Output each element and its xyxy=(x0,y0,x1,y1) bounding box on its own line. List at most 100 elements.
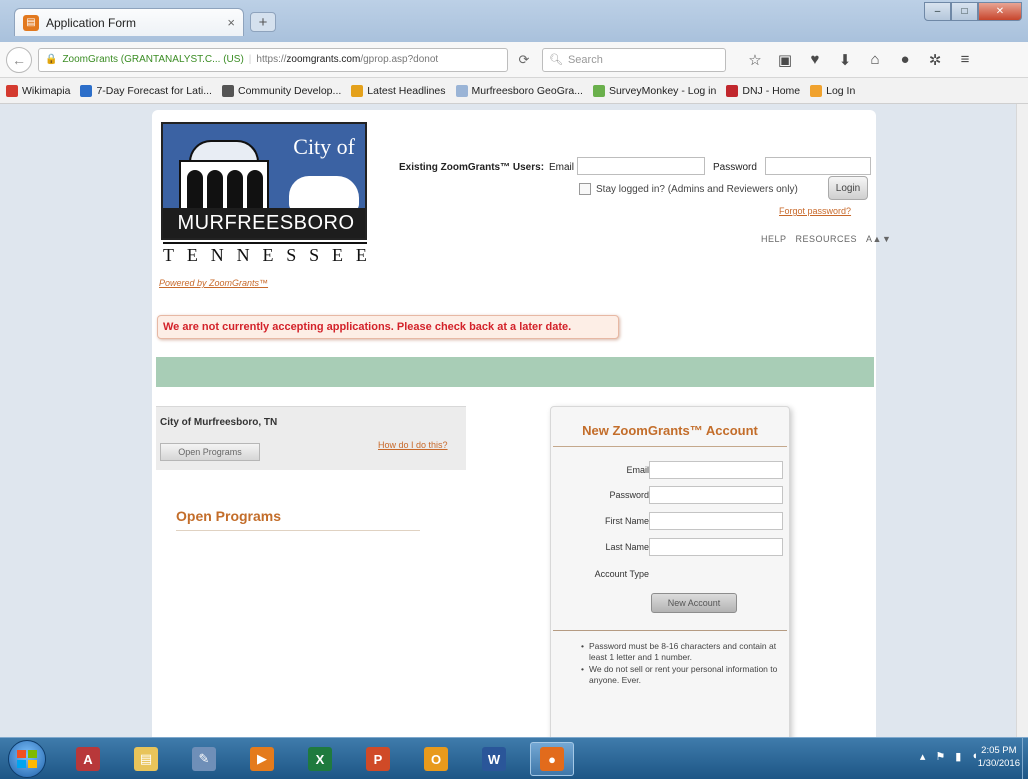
toolbar-icons: ☆ ▣ ♥ ⬇ ⌂ ● ✲ ≡ xyxy=(740,48,980,72)
bookmark-favicon-icon xyxy=(6,84,18,97)
reading-list-icon[interactable]: ▣ xyxy=(770,48,800,72)
bookmark-item[interactable]: Wikimapia xyxy=(6,84,70,97)
logo-image: City of MURFREESBORO xyxy=(161,122,367,240)
address-bar[interactable]: 🔒 ZoomGrants (GRANTANALYST.C... (US) | h… xyxy=(38,47,508,72)
bookmark-label: DNJ - Home xyxy=(742,84,801,97)
outlook-icon: O xyxy=(424,747,448,771)
media-player-icon: ▶ xyxy=(250,747,274,771)
chat-icon[interactable]: ● xyxy=(890,48,920,72)
taskbar-app-outlook[interactable]: O xyxy=(414,742,458,776)
new-account-email-label: Email xyxy=(626,465,649,475)
bookmark-star-icon[interactable]: ☆ xyxy=(740,48,770,72)
bookmark-item[interactable]: Latest Headlines xyxy=(351,84,446,97)
new-account-first-name-field[interactable] xyxy=(649,512,783,530)
how-do-i-link[interactable]: How do I do this? xyxy=(378,440,448,450)
bookmark-item[interactable]: SurveyMonkey - Log in xyxy=(592,84,716,97)
new-account-notes: Password must be 8-16 characters and con… xyxy=(581,641,781,687)
new-account-email-field[interactable] xyxy=(649,461,783,479)
forgot-password-link[interactable]: Forgot password? xyxy=(779,206,851,216)
bookmark-item[interactable]: Murfreesboro GeoGra... xyxy=(455,84,583,97)
home-icon[interactable]: ⌂ xyxy=(860,48,890,72)
settings-gear-icon[interactable]: ✲ xyxy=(920,48,950,72)
text-size-control[interactable]: A▲▼ xyxy=(866,234,891,244)
windows-logo-icon xyxy=(17,750,37,768)
bookmark-item[interactable]: Log In xyxy=(810,84,856,97)
taskbar-clock[interactable]: 2:05 PM 1/30/2016 xyxy=(978,744,1020,770)
bookmark-favicon-icon xyxy=(221,84,234,97)
start-button[interactable] xyxy=(8,740,46,778)
reload-icon[interactable]: ⟳ xyxy=(512,52,536,68)
bookmark-label: Log In xyxy=(826,84,856,97)
flag-icon[interactable]: ⚑ xyxy=(935,750,945,763)
bookmark-favicon-icon xyxy=(726,84,739,97)
logo-state-letter: E xyxy=(186,245,198,265)
vertical-scrollbar[interactable] xyxy=(1016,104,1028,737)
lock-icon: 🔒 xyxy=(45,54,58,65)
stay-logged-in-checkbox[interactable] xyxy=(579,183,591,195)
taskbar-app-powerpoint[interactable]: P xyxy=(356,742,400,776)
taskbar-app-media-player[interactable]: ▶ xyxy=(240,742,284,776)
tab-close-icon[interactable]: × xyxy=(227,15,235,30)
bookmark-item[interactable]: 7-Day Forecast for Lati... xyxy=(80,84,212,97)
login-password-field[interactable] xyxy=(765,157,871,175)
back-arrow-icon[interactable]: ← xyxy=(6,46,32,73)
new-account-last-name-label: Last Name xyxy=(605,542,649,552)
show-desktop-button[interactable] xyxy=(1022,738,1028,779)
tab-title: Application Form xyxy=(46,15,137,30)
login-email-field[interactable] xyxy=(577,157,705,175)
bookmark-label: Community Develop... xyxy=(237,84,342,97)
excel-icon: X xyxy=(308,747,332,771)
logo-cloud-icon xyxy=(289,176,359,212)
taskbar-app-file-explorer[interactable]: ▤ xyxy=(124,742,168,776)
existing-users-label: Existing ZoomGrants™ Users: xyxy=(399,162,545,173)
logo-city-of: City of xyxy=(293,134,355,159)
logo-state-letter: E xyxy=(332,245,344,265)
bookmark-label: 7-Day Forecast for Lati... xyxy=(96,84,212,97)
downloads-icon[interactable]: ⬇ xyxy=(830,48,860,72)
city-logo[interactable]: City of MURFREESBORO TENNESSEE xyxy=(161,122,367,272)
taskbar-app-excel[interactable]: X xyxy=(298,742,342,776)
new-account-password-field[interactable] xyxy=(649,486,783,504)
bookmark-item[interactable]: Community Develop... xyxy=(221,84,342,97)
new-account-last-name-field[interactable] xyxy=(649,538,783,556)
window-titlebar: ▤ Application Form × + – □ ✕ xyxy=(0,0,1028,42)
url-text: https://zoomgrants.com/gprop.asp?donot xyxy=(256,54,439,65)
tray-expand-icon[interactable]: ▴ xyxy=(920,750,926,763)
taskbar-app-access[interactable]: A xyxy=(66,742,110,776)
logo-state-letter: N xyxy=(210,245,224,265)
taskbar-app-word[interactable]: W xyxy=(472,742,516,776)
resources-link[interactable]: RESOURCES xyxy=(796,234,858,244)
window-controls: – □ ✕ xyxy=(924,2,1022,21)
help-link[interactable]: HELP xyxy=(761,234,787,244)
minimize-button[interactable]: – xyxy=(924,2,951,21)
close-window-button[interactable]: ✕ xyxy=(978,2,1022,21)
search-icon: 🔍︎ xyxy=(549,54,563,66)
search-input[interactable]: 🔍︎ Search xyxy=(542,47,726,72)
open-programs-button[interactable]: Open Programs xyxy=(160,443,260,461)
password-rule-note: Password must be 8-16 characters and con… xyxy=(581,641,781,663)
account-type-label: Account Type xyxy=(594,569,649,579)
bookmark-favicon-icon xyxy=(80,84,93,97)
bookmark-item[interactable]: DNJ - Home xyxy=(726,84,801,97)
menu-icon[interactable]: ≡ xyxy=(950,48,980,72)
bookmark-favicon-icon xyxy=(810,84,823,97)
powerpoint-icon: P xyxy=(366,747,390,771)
login-button[interactable]: Login xyxy=(828,176,868,200)
access-icon: A xyxy=(76,747,100,771)
maximize-button[interactable]: □ xyxy=(951,2,978,21)
new-account-button[interactable]: New Account xyxy=(651,593,737,613)
system-tray: ▴ ⚑ ▮ ◖ xyxy=(920,750,978,763)
powered-by-link[interactable]: Powered by ZoomGrants™ xyxy=(159,278,268,288)
windows-taskbar: A ▤ ✎ ▶ X P O W ● ▴ ⚑ ▮ ◖ 2:05 PM 1/30/2016 xyxy=(0,737,1028,779)
taskbar-app-paint[interactable]: ✎ xyxy=(182,742,226,776)
word-icon: W xyxy=(482,747,506,771)
firefox-icon: ● xyxy=(540,747,564,771)
new-tab-button[interactable]: + xyxy=(250,12,276,32)
network-icon[interactable]: ▮ xyxy=(955,750,961,763)
browser-tab[interactable]: ▤ Application Form × xyxy=(14,8,244,36)
navigation-toolbar: ← 🔒 ZoomGrants (GRANTANALYST.C... (US) |… xyxy=(0,42,1028,78)
pocket-icon[interactable]: ♥ xyxy=(800,48,830,72)
open-programs-heading: Open Programs xyxy=(176,508,282,524)
taskbar-app-firefox[interactable]: ● xyxy=(530,742,574,776)
logo-state-letter: S xyxy=(286,245,297,265)
